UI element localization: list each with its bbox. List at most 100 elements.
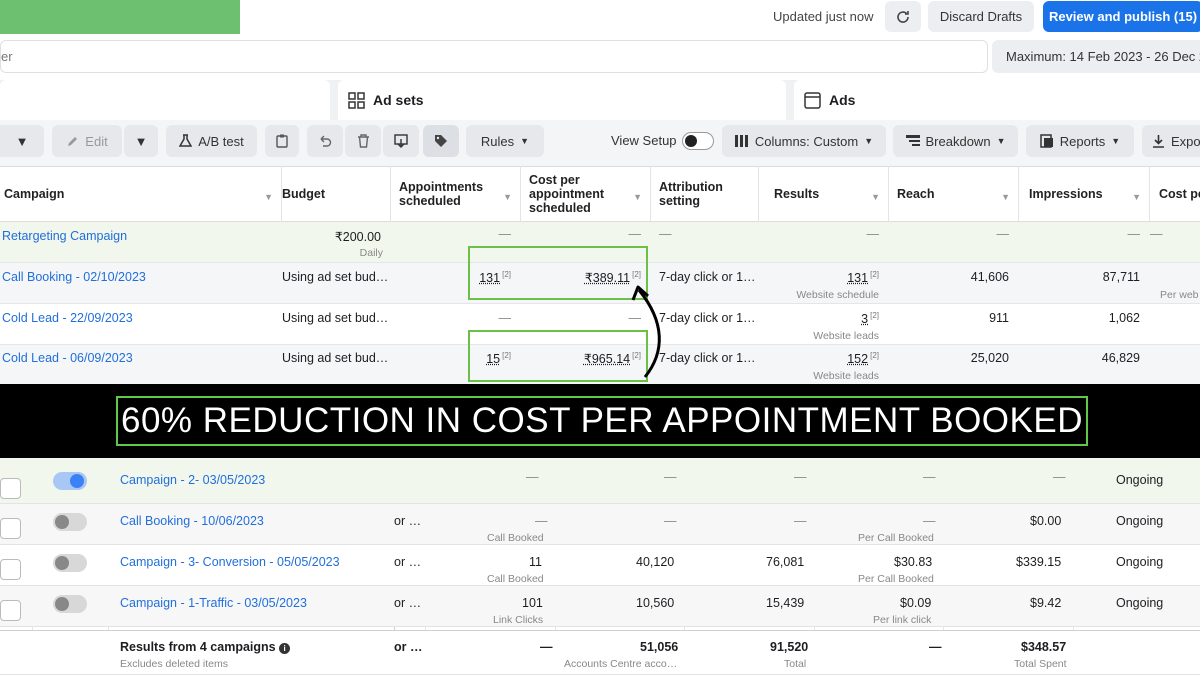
column-reach[interactable]: Reach ▼ (889, 166, 1019, 222)
ads-manager-top-panel: Updated just now Discard Drafts Review a… (0, 0, 1200, 384)
ads-manager-bottom-panel: Campaign - 2- 03/05/2023 — — — — — Ongoi… (0, 458, 1200, 675)
campaign-name-link[interactable]: Campaign - 1-Traffic - 03/05/2023 (120, 596, 307, 610)
results-value: — (526, 470, 539, 484)
row-checkbox[interactable] (0, 600, 21, 621)
undo-icon (320, 135, 332, 147)
reports-dropdown[interactable]: Reports ▼ (1026, 125, 1134, 157)
search-placeholder: er (1, 49, 13, 64)
column-budget[interactable]: Budget (282, 166, 391, 222)
results-sub: Website leads (813, 330, 879, 342)
ad-square-icon (804, 91, 821, 109)
cost-per-result-sub: Per web (1160, 289, 1199, 301)
tab-ads[interactable]: Ads (794, 80, 1200, 120)
table-row[interactable]: Campaign - 1-Traffic - 03/05/2023 or … 1… (0, 586, 1200, 627)
table-row[interactable]: Campaign - 3- Conversion - 05/05/2023 or… (0, 545, 1200, 586)
summary-impressions-sub: Total (784, 658, 807, 670)
trash-icon (357, 134, 369, 148)
budget-value: or … (394, 514, 422, 528)
columns-dropdown[interactable]: Columns: Custom ▼ (722, 125, 886, 157)
search-input[interactable]: er (0, 40, 988, 73)
column-appointments[interactable]: Appointments scheduled ▼ (391, 166, 521, 222)
duplicate-button[interactable] (265, 125, 299, 157)
tag-button[interactable] (423, 125, 459, 157)
results-value: — (535, 514, 548, 528)
summary-impressions: 91,520 (770, 640, 809, 654)
export-rules-button[interactable] (383, 125, 419, 157)
campaign-toggle[interactable] (53, 595, 87, 613)
create-dropdown-button[interactable]: ▼ (0, 125, 44, 157)
column-impressions[interactable]: Impressions ▼ (1019, 166, 1150, 222)
export-box-icon (394, 134, 408, 148)
reach-value: — (664, 470, 677, 484)
reach-value: 911 (989, 311, 1009, 325)
campaign-name-link[interactable]: Call Booking - 02/10/2023 (2, 263, 272, 304)
results-sub: Website schedule (796, 289, 879, 301)
campaign-name-link[interactable]: Campaign - 2- 03/05/2023 (120, 473, 265, 487)
chevron-down-icon: ▼ (134, 133, 148, 149)
row-checkbox[interactable] (0, 478, 21, 499)
cost-per-result-value: $0.09 (900, 596, 932, 610)
undo-button[interactable] (307, 125, 343, 157)
campaign-name-link[interactable]: Retargeting Campaign (2, 222, 272, 263)
date-range-picker[interactable]: Maximum: 14 Feb 2023 - 26 Dec 20 (992, 40, 1200, 73)
campaign-toggle[interactable] (53, 554, 87, 572)
reach-value: 25,020 (970, 351, 1009, 365)
discard-drafts-button[interactable]: Discard Drafts (928, 1, 1034, 32)
column-attribution[interactable]: Attribution setting (651, 166, 759, 222)
sort-caret-icon: ▼ (264, 192, 273, 202)
campaign-name-link[interactable]: Call Booking - 10/06/2023 (120, 514, 264, 528)
summary-budget: or … (394, 640, 423, 654)
summary-row: Results from 4 campaigns i Excludes dele… (0, 630, 1200, 675)
campaign-toggle[interactable] (53, 513, 87, 531)
summary-reach: 51,056 (640, 640, 679, 654)
impressions-value: 87,711 (1102, 270, 1140, 284)
rules-dropdown[interactable]: Rules ▼ (466, 125, 544, 157)
ab-test-button[interactable]: A/B test (166, 125, 257, 157)
summary-cost: — (929, 640, 942, 654)
view-setup-toggle[interactable] (682, 132, 714, 150)
impressions-value: 46,829 (1101, 351, 1140, 365)
row-checkbox[interactable] (0, 559, 21, 580)
impressions-value: — (794, 514, 807, 528)
summary-subtitle: Excludes deleted items (120, 658, 228, 670)
breakdown-label: Breakdown (925, 133, 991, 149)
columns-label: Columns: Custom (754, 133, 859, 149)
campaign-toggle[interactable] (53, 472, 87, 490)
cost-per-result-value: $30.83 (894, 555, 933, 569)
tab-campaigns[interactable] (0, 80, 330, 120)
sort-caret-icon: ▼ (503, 192, 512, 202)
impressions-value: — (794, 470, 807, 484)
table-row[interactable]: Call Booking - 10/06/2023 or … — Call Bo… (0, 504, 1200, 545)
breakdown-dropdown[interactable]: Breakdown ▼ (893, 125, 1018, 157)
highlight-box-after (468, 330, 648, 382)
column-results[interactable]: Results ▼ (759, 166, 889, 222)
sort-caret-icon: ▼ (871, 192, 880, 202)
column-campaign[interactable]: Campaign ▼ (0, 166, 282, 222)
export-button[interactable]: Expo (1142, 125, 1200, 157)
chevron-down-icon: ▼ (520, 136, 530, 146)
tab-ads-label: Ads (829, 92, 856, 108)
table-row[interactable]: Campaign - 2- 03/05/2023 — — — — — Ongoi… (0, 458, 1200, 504)
campaign-name-link[interactable]: Cold Lead - 06/09/2023 (2, 345, 272, 384)
delivery-status: Ongoing (1116, 514, 1164, 528)
comparison-arrow-icon (631, 285, 661, 378)
chevron-down-icon: ▼ (864, 136, 874, 146)
budget-value: or … (394, 596, 422, 610)
sort-caret-icon: ▼ (1001, 192, 1010, 202)
column-cost-per-appointment[interactable]: Cost per appointment scheduled ▼ (521, 166, 651, 222)
campaign-name-link[interactable]: Campaign - 3- Conversion - 05/05/2023 (120, 555, 340, 569)
review-publish-button[interactable]: Review and publish (15) (1043, 1, 1200, 32)
campaign-name-link[interactable]: Cold Lead - 22/09/2023 (2, 304, 272, 345)
tab-ad-sets[interactable]: Ad sets (338, 80, 786, 120)
refresh-button[interactable] (885, 1, 921, 32)
grid-icon (348, 91, 365, 109)
chevron-down-icon: ▼ (996, 136, 1006, 146)
impressions-value: 1,062 (1108, 311, 1140, 325)
impressions-value: 15,439 (766, 596, 805, 610)
edit-dropdown-button[interactable]: ▼ (124, 125, 158, 157)
delete-button[interactable] (345, 125, 381, 157)
column-cost-per-result[interactable]: Cost pe (1150, 166, 1200, 222)
summary-spent-sub: Total Spent (1014, 658, 1067, 670)
row-checkbox[interactable] (0, 518, 21, 539)
edit-button[interactable]: Edit (52, 125, 122, 157)
